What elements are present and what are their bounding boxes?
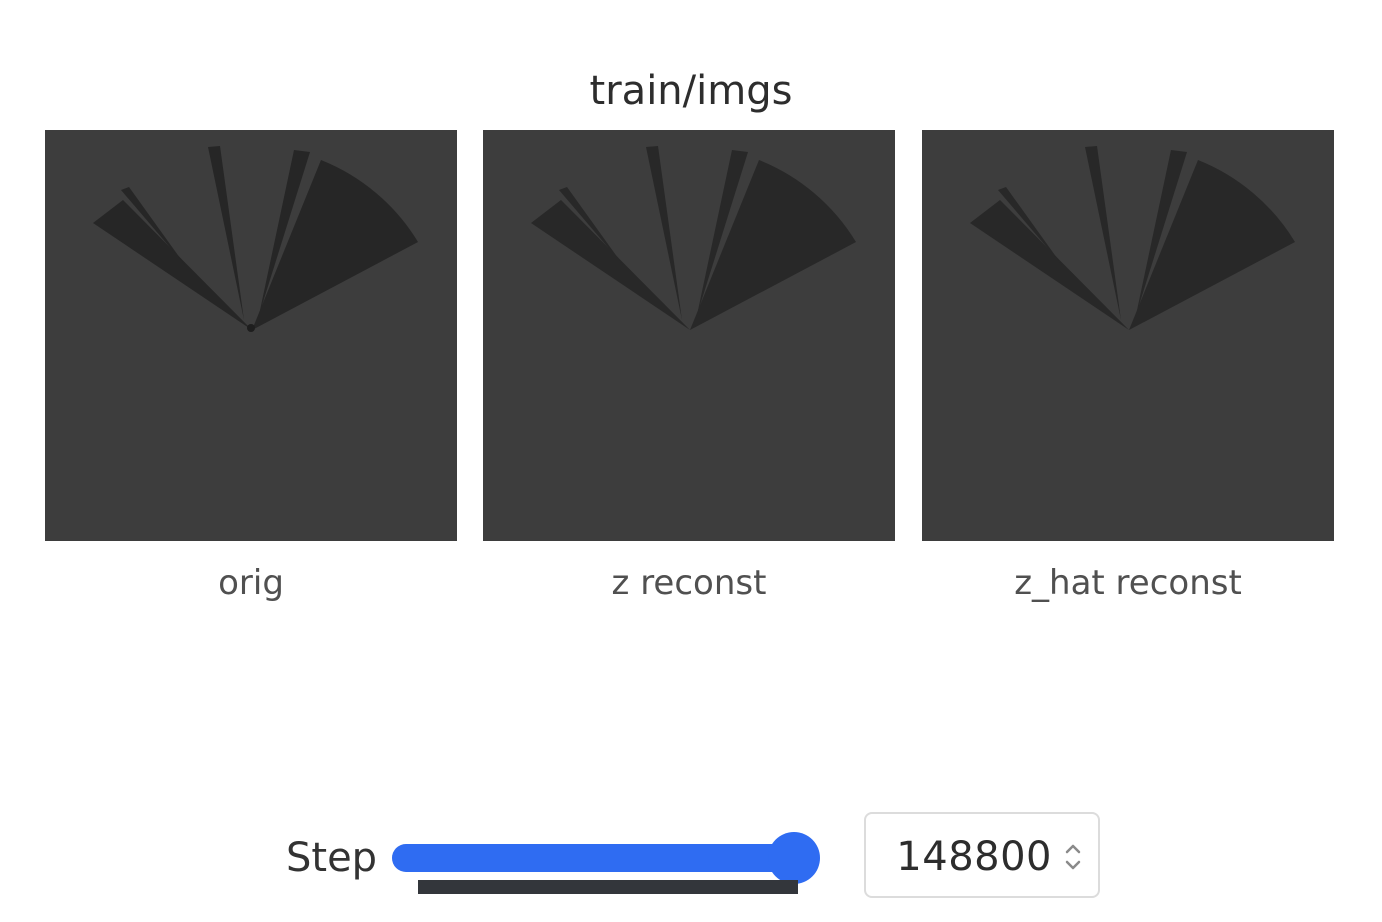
up-down-chevron-icon[interactable] [1062, 840, 1084, 874]
z-reconst-image[interactable] [483, 130, 895, 541]
step-number-input[interactable]: 148800 [864, 812, 1100, 898]
step-slider-track[interactable] [392, 844, 798, 872]
image-card-z-reconst: z reconst [483, 130, 895, 605]
image-card-z-hat-reconst: z_hat reconst [922, 130, 1334, 605]
step-value[interactable]: 148800 [896, 832, 1052, 882]
z-hat-reconst-caption: z_hat reconst [1014, 563, 1242, 603]
step-slider[interactable] [392, 830, 822, 900]
image-card-orig: orig [45, 130, 457, 605]
z-hat-reconst-image[interactable] [922, 130, 1334, 541]
step-slider-underbar [418, 880, 798, 894]
panel-title: train/imgs [589, 68, 793, 114]
orig-image[interactable] [45, 130, 457, 541]
orig-caption: orig [218, 563, 284, 603]
z-reconst-caption: z reconst [611, 563, 767, 603]
step-slider-fill [392, 844, 798, 872]
step-slider-handle[interactable] [768, 832, 820, 884]
step-label: Step [286, 835, 378, 881]
